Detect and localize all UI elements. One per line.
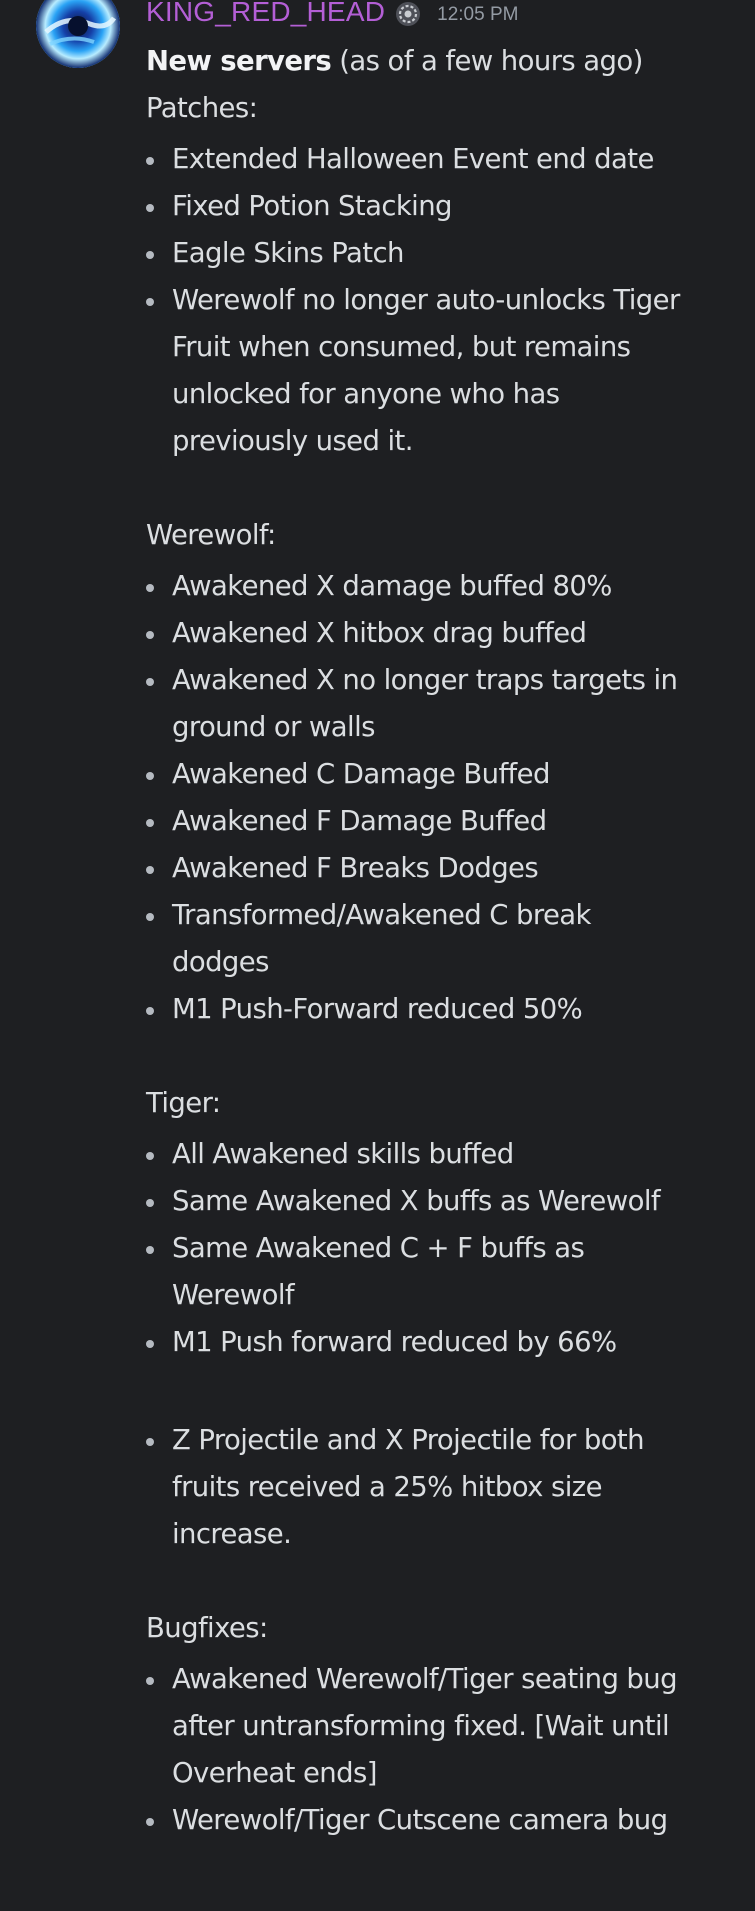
list-item: Awakened X damage buffed 80% [146,563,746,610]
list-item: Awakened X no longer traps targets in gro… [146,657,746,751]
section-patches: Patches: Extended Halloween Event end da… [146,85,746,465]
list-item: Eagle Skins Patch [146,230,746,277]
list-item-line: Werewolf no longer auto-unlocks Tiger [172,284,680,316]
list-item-line: fruits received a 25% hitbox size [172,1471,602,1503]
list-item-line: Awakened F Breaks Dodges [172,852,539,884]
list-item: Awakened C Damage Buffed [146,751,746,798]
list-item-text: Awakened F Damage Buffed [172,798,746,845]
author-name[interactable]: KING_RED_HEAD [146,0,385,28]
intro-rest: (as of a few hours ago) [331,45,643,77]
list-item-line: Awakened X damage buffed 80% [172,570,612,602]
list-item: Awakened F Damage Buffed [146,798,746,845]
section-tiger: Tiger: All Awakened skills buffed Same Aw… [146,1080,746,1366]
list-item-line: Awakened C Damage Buffed [172,758,550,790]
list-item-line: after untransforming fixed. [Wait until [172,1710,670,1742]
list-item: Extended Halloween Event end date [146,136,746,183]
bullet-list: Z Projectile and X Projectile for both fr… [146,1417,746,1558]
bullet-list: All Awakened skills buffed Same Awakened … [146,1131,746,1366]
list-item: Same Awakened X buffs as Werewolf [146,1178,746,1225]
chat-message: KING_RED_HEAD 12:05 PM New servers (as o… [0,0,755,1911]
list-item-text: Awakened X no longer traps targets in gro… [172,657,746,751]
intro-line: New servers (as of a few hours ago) [146,38,746,85]
list-item-text: Awakened F Breaks Dodges [172,845,746,892]
list-item-line: unlocked for anyone who has [172,378,560,410]
list-item-line: Transformed/Awakened C break [172,899,591,931]
section-projectiles: Z Projectile and X Projectile for both fr… [146,1417,746,1558]
list-item-line: Extended Halloween Event end date [172,143,654,175]
list-item-line: Werewolf/Tiger Cutscene camera bug [172,1804,668,1836]
section-werewolf: Werewolf: Awakened X damage buffed 80% Aw… [146,512,746,1033]
list-item-text: Z Projectile and X Projectile for both fr… [172,1417,746,1558]
list-item-text: Same Awakened C + F buffs as Werewolf [172,1225,746,1319]
list-item-text: M1 Push forward reduced by 66% [172,1319,746,1366]
list-item-line: M1 Push-Forward reduced 50% [172,993,583,1025]
list-item-line: Z Projectile and X Projectile for both [172,1424,645,1456]
list-item-line: previously used it. [172,425,413,457]
list-item: M1 Push-Forward reduced 50% [146,986,746,1033]
bullet-list: Awakened X damage buffed 80% Awakened X h… [146,563,746,1033]
bullet-list: Extended Halloween Event end date Fixed P… [146,136,746,465]
section-heading: Bugfixes: [146,1612,268,1644]
list-item-line: ground or walls [172,711,375,743]
list-item-text: Awakened Werewolf/Tiger seating bug after… [172,1656,746,1797]
list-item: M1 Push forward reduced by 66% [146,1319,746,1366]
list-item-text: Werewolf no longer auto-unlocks Tiger Fru… [172,277,746,465]
list-item-line: Awakened X hitbox drag buffed [172,617,587,649]
section-heading: Patches: [146,92,258,124]
list-item: Awakened Werewolf/Tiger seating bug after… [146,1656,746,1797]
list-item-line: M1 Push forward reduced by 66% [172,1326,617,1358]
list-item-line: Eagle Skins Patch [172,237,404,269]
list-item: All Awakened skills buffed [146,1131,746,1178]
section-heading: Werewolf: [146,519,276,551]
list-item-text: M1 Push-Forward reduced 50% [172,986,746,1033]
user-avatar[interactable] [36,0,120,68]
gear-badge-icon[interactable] [395,1,421,27]
list-item-text: Eagle Skins Patch [172,230,746,277]
list-item-line: increase. [172,1518,292,1550]
list-item: Z Projectile and X Projectile for both fr… [146,1417,746,1558]
list-item: Werewolf/Tiger Cutscene camera bug [146,1797,746,1844]
list-item: Werewolf no longer auto-unlocks Tiger Fru… [146,277,746,465]
list-item-text: Fixed Potion Stacking [172,183,746,230]
intro-bold: New servers [146,45,332,77]
list-item-text: Awakened C Damage Buffed [172,751,746,798]
list-item: Fixed Potion Stacking [146,183,746,230]
list-item-line: Same Awakened C + F buffs as [172,1232,585,1264]
list-item-line: Overheat ends] [172,1757,377,1789]
list-item-line: Awakened X no longer traps targets in [172,664,678,696]
list-item-text: Transformed/Awakened C break dodges [172,892,746,986]
list-item: Same Awakened C + F buffs as Werewolf [146,1225,746,1319]
section-bugfixes: Bugfixes: Awakened Werewolf/Tiger seatin… [146,1605,746,1844]
list-item: Awakened X hitbox drag buffed [146,610,746,657]
list-item-line: Awakened F Damage Buffed [172,805,547,837]
list-item-line: All Awakened skills buffed [172,1138,514,1170]
list-item-line: Fruit when consumed, but remains [172,331,631,363]
message-content: New servers (as of a few hours ago) Patc… [146,38,746,1844]
list-item-text: Awakened X hitbox drag buffed [172,610,746,657]
list-item-text: Werewolf/Tiger Cutscene camera bug [172,1797,746,1844]
list-item-line: dodges [172,946,269,978]
message-timestamp[interactable]: 12:05 PM [437,4,518,26]
list-item-line: Same Awakened X buffs as Werewolf [172,1185,661,1217]
list-item-line: Werewolf [172,1279,295,1311]
list-item: Transformed/Awakened C break dodges [146,892,746,986]
list-item-text: Same Awakened X buffs as Werewolf [172,1178,746,1225]
list-item-text: Extended Halloween Event end date [172,136,746,183]
list-item: Awakened F Breaks Dodges [146,845,746,892]
list-item-text: All Awakened skills buffed [172,1131,746,1178]
list-item-text: Awakened X damage buffed 80% [172,563,746,610]
list-item-line: Fixed Potion Stacking [172,190,453,222]
message-header: KING_RED_HEAD 12:05 PM [146,0,518,32]
bullet-list: Awakened Werewolf/Tiger seating bug after… [146,1656,746,1844]
section-heading: Tiger: [146,1087,221,1119]
list-item-line: Awakened Werewolf/Tiger seating bug [172,1663,678,1695]
